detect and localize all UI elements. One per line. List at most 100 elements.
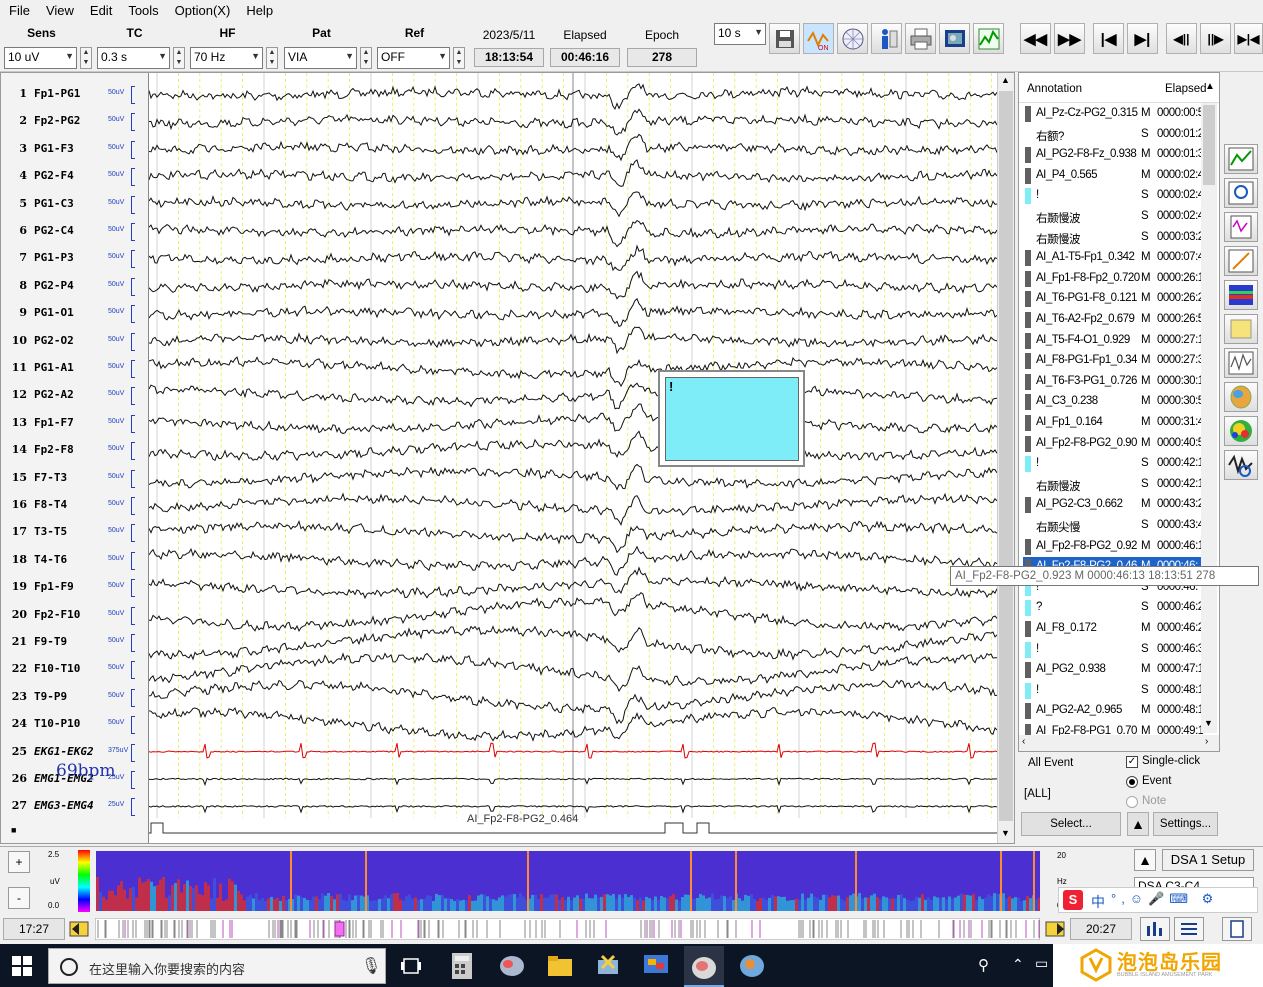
measure-tool-button[interactable] — [1224, 246, 1258, 276]
select-button[interactable]: Select... — [1021, 812, 1121, 836]
channel-row[interactable]: 14 Fp2-F8 50uV — [1, 440, 149, 461]
annotation-row[interactable]: ! S 0000:02:4 — [1023, 186, 1203, 206]
annotation-row[interactable]: AI_Fp2-F8-PG2_0.92 M 0000:46:1 — [1023, 537, 1203, 557]
scroll-thumb[interactable] — [999, 91, 1013, 821]
dsa-up-button[interactable]: ▲ — [1134, 849, 1156, 871]
sens-spinner[interactable]: ▲ ▼ — [80, 47, 92, 69]
step-back-button[interactable]: ◀|| — [1166, 23, 1197, 54]
channel-row[interactable]: 23 T9-P9 50uV — [1, 687, 149, 707]
sens-select[interactable]: 10 uV ▼ — [4, 47, 77, 69]
channel-row[interactable]: 11 PG1-A1 50uV — [1, 358, 149, 378]
eeg-traces[interactable] — [149, 73, 997, 843]
app-eeg-active[interactable] — [684, 946, 724, 987]
annotation-row[interactable]: AI_T6-PG1-F8_0.121 M 0000:26:2 — [1023, 289, 1203, 309]
annotation-row[interactable]: ! S 0000:48:1 — [1023, 681, 1203, 701]
network-icon[interactable]: ▭ — [1035, 955, 1048, 972]
timeline-back-button[interactable] — [68, 918, 92, 940]
channel-row[interactable]: 20 Fp2-F10 50uV — [1, 605, 149, 625]
menu-optionx[interactable]: Option(X) — [166, 3, 238, 18]
channel-row[interactable]: 8 PG2-P4 50uV — [1, 276, 149, 296]
ref-select[interactable]: OFF ▼ — [377, 47, 450, 69]
settings-button[interactable]: Settings... — [1153, 812, 1218, 836]
people-icon[interactable]: ⚲ — [978, 956, 989, 974]
skip-end-button[interactable]: ▶| — [1127, 23, 1158, 54]
channel-row[interactable]: 18 T4-T6 50uV — [1, 550, 149, 570]
file-explorer-app[interactable] — [546, 952, 574, 983]
windows-start-button[interactable] — [10, 954, 34, 981]
app-icon-3[interactable] — [642, 952, 670, 983]
fast-rewind-button[interactable]: ◀◀ — [1020, 23, 1051, 54]
zoom-tool-button[interactable] — [1224, 178, 1258, 208]
annotation-row[interactable]: AI_PG2-C3_0.662 M 0000:43:2 — [1023, 495, 1203, 515]
pat-select[interactable]: VIA ▼ — [284, 47, 357, 69]
note-tool-button[interactable] — [1224, 314, 1258, 344]
annotation-row[interactable]: AI_PG2_0.938 M 0000:47:1 — [1023, 660, 1203, 680]
channel-row[interactable]: 12 PG2-A2 50uV — [1, 385, 149, 406]
annotation-row[interactable]: AI_A1-T5-Fp1_0.342 M 0000:07:4 — [1023, 248, 1203, 268]
video-button[interactable] — [939, 23, 970, 54]
col-annotation[interactable]: Annotation — [1027, 83, 1082, 95]
dsa-zoom-out-button[interactable]: - — [8, 887, 30, 909]
scroll-left-icon[interactable]: ‹ — [1022, 736, 1025, 747]
timeline-track[interactable] — [95, 918, 1040, 940]
note-radio[interactable] — [1126, 796, 1138, 808]
tc-select[interactable]: 0.3 s ▼ — [97, 47, 170, 69]
montage-on-button[interactable]: ON — [803, 23, 834, 54]
dsa-spectrogram[interactable] — [96, 851, 1040, 911]
annotation-row[interactable]: 右颞慢波 S 0000:03:2 — [1023, 228, 1203, 248]
annotation-scroll-thumb[interactable] — [1203, 105, 1215, 185]
fast-forward-button[interactable]: ▶▶ — [1054, 23, 1085, 54]
annotation-row[interactable]: 右额? S 0000:01:2 — [1023, 125, 1203, 145]
page-duration-select[interactable]: 10 s ▼ — [714, 23, 766, 45]
annotation-row[interactable]: 右颞慢波 S 0000:42:1 — [1023, 475, 1203, 495]
eeg-scrollbar[interactable]: ▲ ▼ — [997, 73, 1014, 843]
channel-row[interactable]: 10 PG2-O2 50uV — [1, 331, 149, 351]
microphone-icon[interactable]: 🎙 — [361, 956, 381, 976]
annotation-row[interactable]: AI_T6-A2-Fp2_0.679 M 0000:26:5 — [1023, 310, 1203, 330]
topo-map-button[interactable] — [1224, 416, 1258, 446]
channel-row[interactable]: 13 Fp1-F7 50uV — [1, 413, 149, 433]
annotation-row[interactable]: AI_P4_0.565 M 0000:02:4 — [1023, 166, 1203, 186]
channel-row[interactable]: 2 Fp2-PG2 50uV — [1, 111, 149, 132]
channel-row[interactable]: 21 F9-T9 50uV — [1, 632, 149, 652]
annotation-row[interactable]: ! S 0000:46:3 — [1023, 640, 1203, 660]
dsa-setup-button[interactable]: DSA 1 Setup — [1162, 849, 1254, 871]
annotation-row[interactable]: AI_PG2-A2_0.965 M 0000:48:1 — [1023, 701, 1203, 721]
annotation-row[interactable]: AI_PG2-F8-Fz_0.938 M 0000:01:3 — [1023, 145, 1203, 165]
timeline-view-button-2[interactable] — [1174, 917, 1204, 941]
trend-button[interactable] — [973, 23, 1004, 54]
channel-row[interactable]: 22 F10-T10 50uV — [1, 659, 149, 680]
timeline-view-button-3[interactable] — [1222, 917, 1252, 941]
annotation-row[interactable]: AI_C3_0.238 M 0000:30:5 — [1023, 392, 1203, 412]
menu-view[interactable]: View — [37, 3, 81, 18]
hf-spinner[interactable]: ▲ ▼ — [266, 47, 278, 69]
popup-note[interactable]: ! — [665, 377, 799, 461]
task-view-button[interactable] — [400, 956, 422, 979]
channel-row[interactable]: 1 Fp1-PG1 50uV — [1, 84, 149, 104]
tray-chevron-icon[interactable]: ⌃ — [1012, 956, 1024, 973]
annotation-row[interactable]: AI_Fp1-F8-Fp2_0.720 M 0000:26:1 — [1023, 269, 1203, 289]
annotation-row[interactable]: ? S 0000:46:2 — [1023, 598, 1203, 618]
channel-row[interactable]: 6 PG2-C4 50uV — [1, 221, 149, 241]
channel-row[interactable]: 5 PG1-C3 50uV — [1, 194, 149, 214]
channel-row[interactable]: 15 F7-T3 50uV — [1, 468, 149, 488]
jump-button[interactable]: ▶|◀ — [1234, 23, 1263, 54]
trend-tool-button[interactable] — [1224, 144, 1258, 174]
menu-tools[interactable]: Tools — [119, 3, 165, 18]
annotation-row[interactable]: AI_F8_0.172 M 0000:46:2 — [1023, 619, 1203, 639]
print-button[interactable] — [905, 23, 936, 54]
scroll-up-icon[interactable]: ▲ — [1205, 81, 1215, 92]
electrode-map-button[interactable] — [837, 23, 868, 54]
channel-row[interactable]: 27 EMG3-EMG4 25uV — [1, 796, 149, 817]
annotation-row[interactable]: AI_T5-F4-O1_0.929 M 0000:27:1 — [1023, 331, 1203, 351]
app-icon-1[interactable] — [498, 952, 526, 983]
annotation-row[interactable]: AI_Pz-Cz-PG2_0.315 M 0000:00:5 — [1023, 104, 1203, 124]
wave-analysis-button[interactable] — [1224, 450, 1258, 480]
channel-row[interactable]: 16 F8-T4 50uV — [1, 495, 149, 515]
dsa-zoom-in-button[interactable]: + — [8, 851, 30, 873]
ref-spinner[interactable]: ▲ ▼ — [453, 47, 465, 69]
taskbar-search[interactable]: 在这里输入你要搜索的内容 🎙 — [48, 948, 386, 984]
event-radio[interactable] — [1126, 776, 1138, 788]
annotation-row[interactable]: AI_T6-F3-PG1_0.726 M 0000:30:1 — [1023, 372, 1203, 392]
channel-row[interactable]: 19 Fp1-F9 50uV — [1, 577, 149, 598]
